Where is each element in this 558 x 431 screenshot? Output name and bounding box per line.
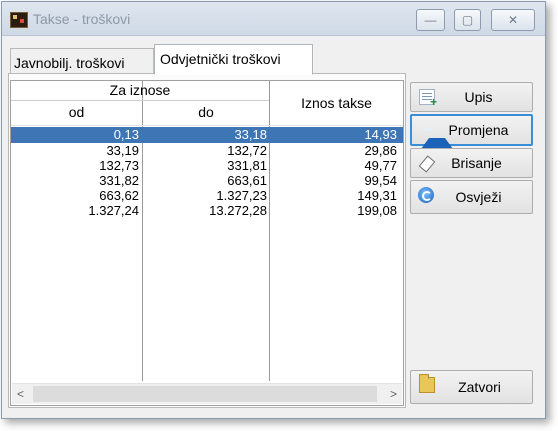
- cell-od: 33,19: [106, 143, 139, 158]
- osvjezi-button[interactable]: Osvježi: [410, 180, 533, 214]
- scroll-left-icon[interactable]: <: [12, 384, 29, 404]
- promjena-button[interactable]: Promjena: [410, 114, 533, 149]
- scroll-right-icon[interactable]: >: [385, 384, 402, 404]
- minimize-icon: —: [424, 13, 437, 27]
- upis-label: Upis: [464, 89, 493, 105]
- cell-iznos: 99,54: [364, 173, 397, 188]
- window-title: Takse - troškovi: [33, 11, 131, 27]
- cell-iznos: 199,08: [357, 203, 397, 218]
- cell-iznos: 49,77: [364, 158, 397, 173]
- osvjezi-label: Osvježi: [455, 189, 502, 205]
- header-bottom-border: [11, 125, 403, 126]
- column-header-do[interactable]: do: [143, 104, 269, 120]
- cell-do: 1.327,23: [216, 188, 267, 203]
- title-bar[interactable]: Takse - troškovi — ▢ ✕: [2, 2, 545, 36]
- column-divider: [269, 81, 270, 381]
- group-header-za-iznose: Za iznose: [109, 82, 171, 98]
- table-row[interactable]: 663,62 1.327,23 149,31: [11, 188, 403, 204]
- cell-do: 132,72: [227, 143, 267, 158]
- cell-iznos: 14,93: [364, 127, 397, 142]
- tab-odvjetnicki-troskovi[interactable]: Odvjetnički troškovi: [154, 44, 313, 75]
- cell-iznos: 29,86: [364, 143, 397, 158]
- table-row[interactable]: 331,82 663,61 99,54: [11, 173, 403, 189]
- horizontal-scrollbar[interactable]: < >: [12, 383, 402, 404]
- minimize-button[interactable]: —: [416, 9, 445, 31]
- cell-od: 132,73: [99, 158, 139, 173]
- maximize-button[interactable]: ▢: [454, 9, 481, 31]
- cell-od: 331,82: [99, 173, 139, 188]
- brisanje-label: Brisanje: [451, 155, 502, 171]
- table-row[interactable]: 0,13 33,18 14,93: [11, 127, 403, 143]
- close-button[interactable]: ✕: [491, 9, 535, 31]
- close-icon: ✕: [507, 13, 519, 27]
- scroll-thumb[interactable]: [33, 386, 377, 402]
- cell-iznos: 149,31: [357, 188, 397, 203]
- cell-do: 13.272,28: [209, 203, 267, 218]
- cell-do: 33,18: [234, 127, 267, 142]
- cell-od: 663,62: [99, 188, 139, 203]
- table-row[interactable]: 132,73 331,81 49,77: [11, 158, 403, 174]
- cell-od: 1.327,24: [88, 203, 139, 218]
- upis-button[interactable]: Upis: [410, 82, 533, 112]
- tab-javnobilj-troskovi[interactable]: Javnobilj. troškovi: [10, 48, 154, 74]
- maximize-icon: ▢: [461, 13, 474, 27]
- cell-do: 663,61: [227, 173, 267, 188]
- cell-od: 0,13: [113, 127, 139, 142]
- column-header-iznos-takse[interactable]: Iznos takse: [270, 95, 403, 111]
- table-row[interactable]: 33,19 132,72 29,86: [11, 143, 403, 159]
- brisanje-button[interactable]: Brisanje: [410, 148, 533, 178]
- fees-grid[interactable]: Za iznose od do Iznos takse 0,13 33,18 1…: [10, 80, 404, 406]
- cell-do: 331,81: [227, 158, 267, 173]
- zatvori-button[interactable]: Zatvori: [410, 370, 533, 404]
- header-divider: [11, 100, 269, 101]
- column-header-od[interactable]: od: [11, 104, 142, 120]
- column-divider: [142, 81, 143, 381]
- zatvori-label: Zatvori: [458, 379, 501, 395]
- app-icon: [10, 12, 28, 28]
- promjena-label: Promjena: [448, 122, 509, 138]
- table-row[interactable]: 1.327,24 13.272,28 199,08: [11, 203, 403, 219]
